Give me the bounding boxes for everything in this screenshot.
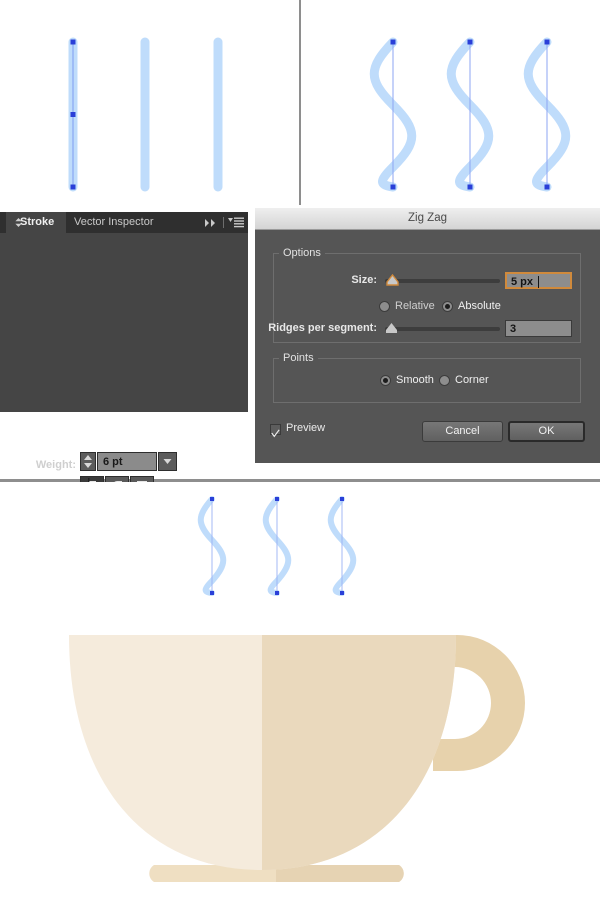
steam-stroke-1: [197, 496, 227, 596]
weight-dropdown-button[interactable]: [158, 452, 177, 471]
stroke-panel-tabbar: Stroke Vector Inspector: [0, 212, 248, 233]
bottom-illustration-area: [0, 482, 600, 914]
vertical-section-divider: [299, 0, 301, 205]
double-chevron-right-icon[interactable]: [204, 218, 218, 228]
corner-radio-label: Corner: [455, 374, 489, 386]
checkmark-icon: [271, 429, 280, 438]
weight-stepper[interactable]: [80, 452, 96, 471]
absolute-radio[interactable]: [442, 301, 453, 312]
zigzag-dialog: Zig Zag Options Size: 5 px Relative Abso…: [255, 208, 600, 463]
options-group-legend: Options: [279, 248, 325, 259]
points-group-legend: Points: [279, 353, 318, 364]
up-down-stepper-icon: [84, 455, 92, 468]
dialog-title: Zig Zag: [408, 212, 447, 224]
weight-value: 6 pt: [103, 456, 123, 468]
relative-label: Relative: [395, 300, 435, 312]
chevron-down-icon: [163, 459, 172, 464]
size-value: 5 px: [511, 276, 534, 288]
ridges-label: Ridges per segment:: [268, 322, 377, 334]
absolute-label: Absolute: [458, 300, 501, 312]
dialog-titlebar: Zig Zag: [255, 208, 600, 230]
ridges-slider-track[interactable]: [385, 327, 500, 331]
straight-stroke-1: [68, 37, 78, 192]
size-slider-track[interactable]: [385, 279, 500, 283]
tab-stroke[interactable]: Stroke: [6, 212, 66, 233]
weight-input[interactable]: 6 pt: [97, 452, 157, 471]
tab-vector-inspector[interactable]: Vector Inspector: [66, 212, 170, 233]
ridges-value: 3: [510, 323, 517, 335]
ridges-slider-thumb[interactable]: [385, 322, 398, 334]
smooth-radio[interactable]: [380, 375, 391, 386]
size-slider-thumb[interactable]: [386, 274, 399, 286]
text-caret: [538, 276, 539, 288]
straight-strokes-artwork: [68, 37, 223, 192]
weight-label: Weight:: [35, 459, 76, 471]
tab-vector-label: Vector Inspector: [74, 216, 154, 228]
size-input[interactable]: 5 px: [505, 272, 572, 289]
steam-stroke-2: [262, 496, 292, 596]
zigzag-strokes-artwork: [369, 37, 571, 192]
corner-radio[interactable]: [439, 375, 450, 386]
coffee-cup-artwork: [69, 635, 525, 882]
ridges-input[interactable]: 3: [505, 320, 572, 337]
cup-bowl-shade: [262, 635, 456, 870]
smooth-label: Smooth: [396, 374, 434, 386]
steam-stroke-3: [327, 496, 357, 596]
stroke-tab-caret-icon: [15, 218, 22, 227]
panel-menu-icon[interactable]: [228, 217, 244, 228]
tabbar-divider: [223, 217, 224, 228]
ok-button[interactable]: OK: [508, 421, 585, 442]
stroke-panel: Stroke Vector Inspector Weight: 6 pt: [0, 212, 248, 619]
preview-checkbox[interactable]: [270, 424, 281, 438]
steam-artwork: [197, 496, 357, 596]
tab-stroke-label: Stroke: [20, 216, 55, 228]
size-label: Size:: [351, 274, 377, 286]
preview-label: Preview: [286, 422, 326, 434]
relative-radio[interactable]: [379, 301, 390, 312]
cancel-button[interactable]: Cancel: [422, 421, 503, 442]
